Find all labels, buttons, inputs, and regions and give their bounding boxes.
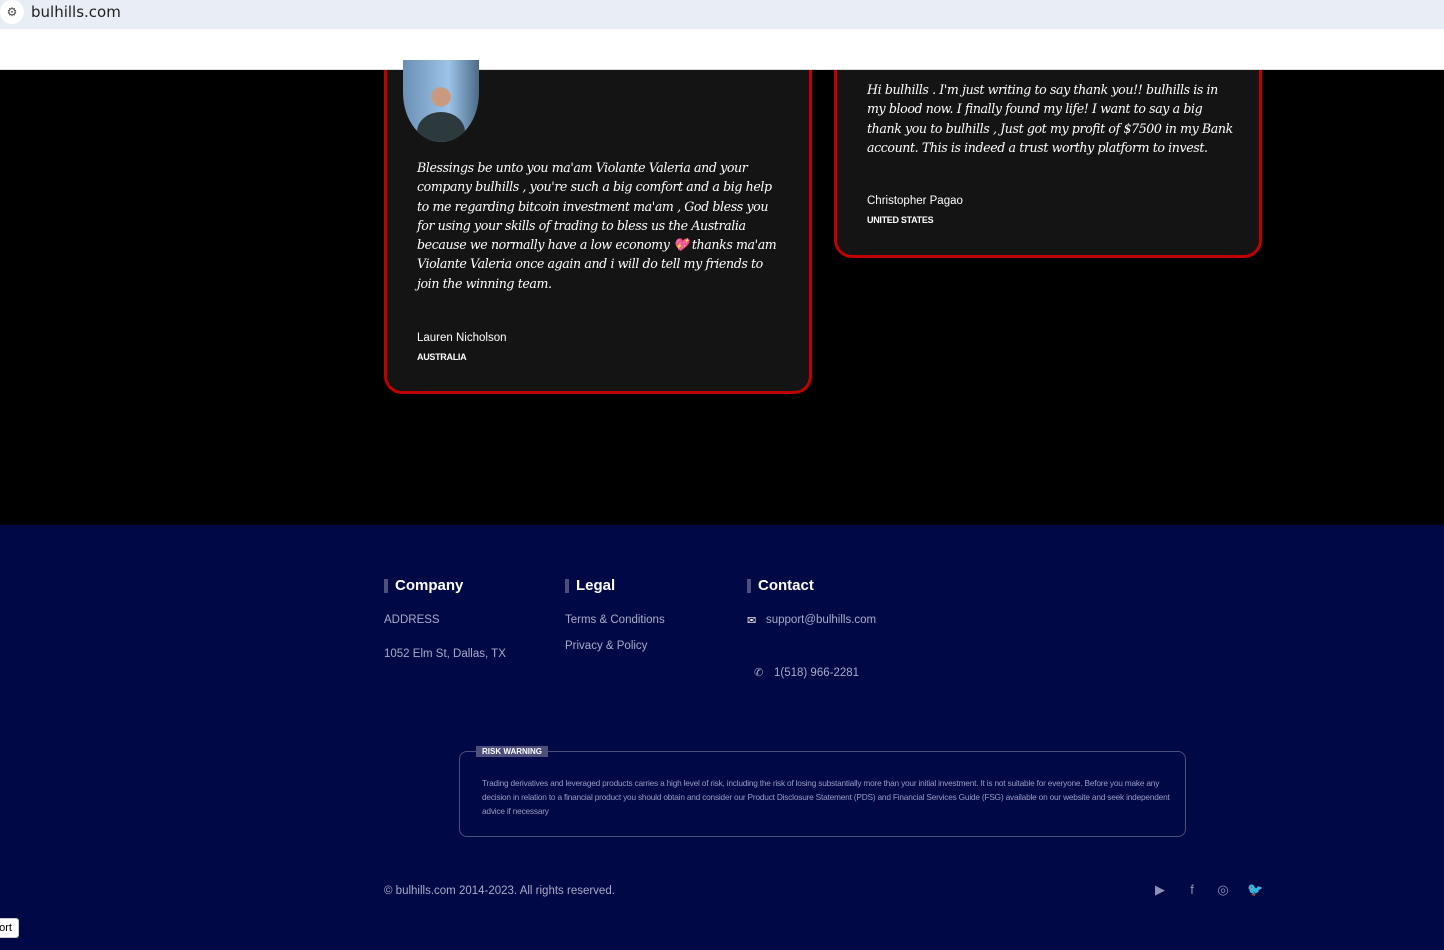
address-text: 1052 Elm St, Dallas, TX	[384, 648, 506, 660]
privacy-link[interactable]: Privacy & Policy	[565, 640, 647, 652]
testimonial-card: Hi bulhills . I'm just writing to say th…	[834, 70, 1262, 258]
testimonial-quote: Blessings be unto you ma'am Violante Val…	[417, 160, 777, 291]
facebook-icon[interactable]: f	[1184, 883, 1200, 897]
avatar	[403, 60, 479, 142]
phone-icon: ✆	[754, 667, 764, 679]
copyright: © bulhills.com 2014-2023. All rights res…	[384, 885, 615, 897]
browser-address-bar[interactable]: ⚙ bulhills.com	[0, 0, 1444, 29]
company-heading: Company	[384, 577, 463, 594]
instagram-icon[interactable]: ◎	[1215, 883, 1231, 897]
terms-link[interactable]: Terms & Conditions	[565, 614, 665, 626]
testimonial-name: Lauren Nicholson	[417, 332, 507, 344]
youtube-icon[interactable]: ▶	[1152, 883, 1168, 897]
site-header	[0, 29, 1444, 70]
legal-heading: Legal	[565, 577, 615, 594]
testimonial-country: UNITED STATES	[867, 215, 934, 225]
phone-link[interactable]: 1(518) 966-2281	[774, 667, 859, 679]
testimonial-quote: Hi bulhills . I'm just writing to say th…	[867, 82, 1233, 155]
testimonial-name: Christopher Pagao	[867, 195, 963, 207]
address-label: ADDRESS	[384, 614, 440, 626]
risk-warning-text: Trading derivatives and leveraged produc…	[482, 778, 1170, 816]
contact-heading: Contact	[747, 577, 814, 594]
twitter-icon[interactable]: 🐦	[1247, 883, 1263, 897]
risk-warning-label: RISK WARNING	[476, 746, 548, 757]
url-text[interactable]: bulhills.com	[31, 3, 121, 21]
risk-warning-box: RISK WARNING Trading derivatives and lev…	[459, 746, 1186, 837]
email-link[interactable]: support@bulhills.com	[766, 614, 876, 626]
footer: Company ADDRESS 1052 Elm St, Dallas, TX …	[0, 525, 1444, 950]
testimonial-card: Blessings be unto you ma'am Violante Val…	[384, 60, 812, 394]
site-settings-icon[interactable]: ⚙	[0, 0, 24, 24]
envelope-icon: ✉	[747, 615, 757, 627]
support-button[interactable]: port	[0, 918, 19, 938]
testimonial-country: AUSTRALIA	[417, 352, 467, 362]
